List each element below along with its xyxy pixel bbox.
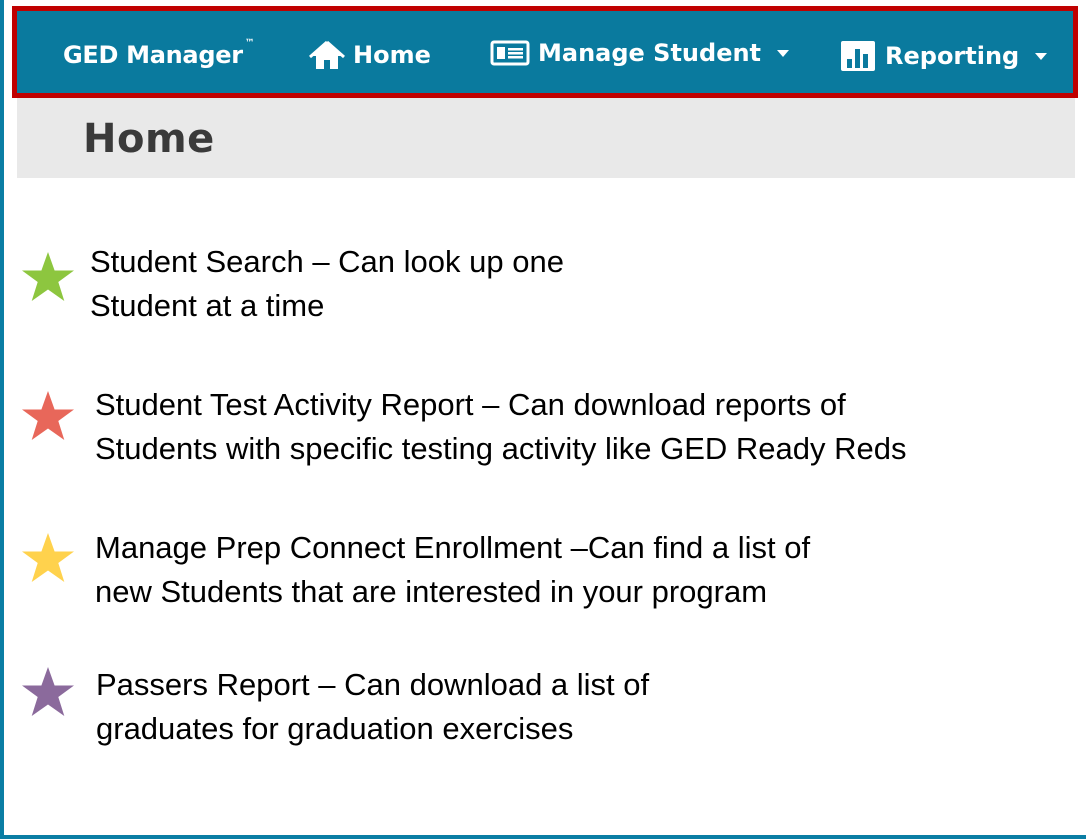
nav-home[interactable]: Home xyxy=(309,39,431,71)
feature-description: Student Search – Can look up one Student… xyxy=(90,240,564,328)
page-header: Home xyxy=(17,98,1075,178)
star-icon xyxy=(22,252,74,301)
star-shape xyxy=(22,252,74,301)
page-title: Home xyxy=(83,116,215,162)
star-shape xyxy=(22,667,74,716)
chevron-down-icon xyxy=(1035,52,1048,60)
top-navbar: GED Manager ™ Home Manage Student Reporti… xyxy=(12,6,1078,98)
feature-line-2: Student at a time xyxy=(90,288,325,323)
feature-description: Student Test Activity Report – Can downl… xyxy=(95,383,907,471)
feature-line-2: new Students that are interested in your… xyxy=(95,574,768,609)
feature-line-2: graduates for graduation exercises xyxy=(96,711,574,746)
feature-line-2: Students with specific testing activity … xyxy=(95,431,907,466)
bar-chart-icon xyxy=(841,41,875,71)
trademark-mark: ™ xyxy=(244,38,255,49)
home-icon xyxy=(309,40,345,69)
feature-line-1: Manage Prep Connect Enrollment –Can find… xyxy=(95,530,811,565)
feature-description: Passers Report – Can download a list of … xyxy=(96,663,649,751)
feature-description: Manage Prep Connect Enrollment –Can find… xyxy=(95,526,810,614)
star-icon xyxy=(22,533,74,582)
feature-line-1: Passers Report – Can download a list of xyxy=(96,667,650,702)
nav-home-label: Home xyxy=(353,41,431,69)
feature-line-1: Student Search – Can look up one xyxy=(90,244,564,279)
brand-name: GED Manager xyxy=(63,41,243,69)
star-shape xyxy=(22,391,74,440)
nav-manage-student[interactable]: Manage Student xyxy=(490,39,790,67)
feature-passers-report: Passers Report – Can download a list of … xyxy=(20,663,649,751)
nav-reporting-label: Reporting xyxy=(885,42,1020,70)
feature-line-1: Student Test Activity Report – Can downl… xyxy=(95,387,846,422)
star-icon xyxy=(22,391,74,440)
star-shape xyxy=(22,533,74,582)
brand-logo[interactable]: GED Manager ™ xyxy=(63,38,255,69)
id-card-icon xyxy=(490,40,530,66)
star-icon xyxy=(22,667,74,716)
nav-reporting[interactable]: Reporting xyxy=(839,39,1048,73)
nav-manage-student-label: Manage Student xyxy=(538,39,762,67)
feature-student-test-activity-report: Student Test Activity Report – Can downl… xyxy=(20,383,907,471)
feature-manage-prep-connect-enrollment: Manage Prep Connect Enrollment –Can find… xyxy=(20,526,810,614)
feature-student-search: Student Search – Can look up one Student… xyxy=(20,240,564,328)
chevron-down-icon xyxy=(777,49,790,57)
